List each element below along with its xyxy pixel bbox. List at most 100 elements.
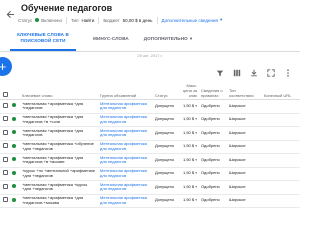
- table-row[interactable]: +ментальная +арифметика +для +педагогов …: [0, 194, 300, 208]
- table-row[interactable]: +ментальная +арифметика +курсы +для +пед…: [0, 180, 300, 195]
- divider: [156, 16, 158, 24]
- row-checkbox[interactable]: [0, 99, 10, 114]
- keyword-cell[interactable]: +ментальная +арифметика +курсы +для +пед…: [20, 180, 98, 195]
- ad-group-link[interactable]: Ментальная арифметика для педагогов: [98, 126, 153, 141]
- policy-cell: Одобрено: [199, 140, 227, 154]
- table-row[interactable]: +ментальная +арифметика +для +педагогов …: [0, 126, 300, 141]
- table-row[interactable]: +ментальная +арифметика +обучение +для +…: [0, 140, 300, 154]
- header-final-url[interactable]: Конечный URL: [262, 82, 300, 100]
- download-icon[interactable]: [250, 69, 258, 77]
- header-max-cpc[interactable]: Макс. цена за клик: [177, 82, 199, 100]
- keyword-cell[interactable]: +ментальная +арифметика +обучение +для +…: [20, 140, 98, 154]
- enabled-status-icon[interactable]: [10, 153, 20, 168]
- keyword-cell[interactable]: +ментальная +арифметика +для +педагогов …: [20, 153, 98, 168]
- final-url-cell: [262, 126, 300, 141]
- final-url-cell: [262, 194, 300, 208]
- header-ad-group[interactable]: Группа объявлений: [98, 82, 153, 100]
- max-cpc-cell[interactable]: 1,50 $ ▾: [177, 194, 199, 208]
- status-cell: Допущено: [153, 194, 177, 208]
- tab-negative-keywords[interactable]: МИНУС-СЛОВА: [84, 27, 138, 51]
- keyword-cell[interactable]: +ментальная +арифметика +для +педагогов …: [20, 194, 98, 208]
- chevron-down-icon: ▾: [195, 171, 197, 176]
- enabled-status-icon[interactable]: [10, 113, 20, 127]
- filter-icon[interactable]: [216, 69, 224, 77]
- match-type-cell: Широкое: [227, 194, 262, 208]
- policy-cell: Одобрено: [199, 194, 227, 208]
- max-cpc-value: 1,50 $: [182, 116, 195, 122]
- ad-group-link[interactable]: Ментальная арифметика для педагогов: [98, 113, 153, 127]
- keyword-cell[interactable]: +ментальная +арифметика +для +педагогов: [20, 99, 98, 114]
- status-cell: Допущено: [153, 153, 177, 168]
- max-cpc-cell[interactable]: 1,50 $ ▾: [177, 167, 199, 181]
- max-cpc-cell[interactable]: 1,50 $ ▾: [177, 113, 199, 127]
- status-cell: Допущено: [153, 167, 177, 181]
- add-keyword-button[interactable]: +: [0, 57, 12, 76]
- chevron-down-icon: ▾: [195, 117, 197, 122]
- row-checkbox[interactable]: [0, 126, 10, 141]
- policy-cell: Одобрено: [199, 126, 227, 141]
- keyword-cell[interactable]: +ментальная +арифметика +для +педагогов: [20, 126, 98, 141]
- status-cell: Допущено: [153, 126, 177, 141]
- status-cell: Допущено: [153, 99, 177, 114]
- match-type-cell: Широкое: [227, 140, 262, 154]
- row-checkbox[interactable]: [0, 167, 10, 181]
- row-checkbox[interactable]: [0, 153, 10, 168]
- row-checkbox[interactable]: [0, 113, 10, 127]
- header-policy[interactable]: Сведения о правилах: [199, 82, 227, 100]
- ad-group-link[interactable]: Ментальная арифметика для педагогов: [98, 180, 153, 195]
- date-range[interactable]: 25 окт. 2017 г.: [0, 53, 300, 58]
- keyword-cell[interactable]: +ментальная +арифметика +для +педагогов …: [20, 113, 98, 127]
- ad-group-link[interactable]: Ментальная арифметика для педагогов: [98, 99, 153, 114]
- match-type-cell: Широкое: [227, 113, 262, 127]
- match-type-cell: Широкое: [227, 153, 262, 168]
- more-details-link[interactable]: Дополнительные сведения: [162, 18, 218, 23]
- expand-icon[interactable]: [267, 69, 275, 77]
- chevron-down-icon[interactable]: ▾: [220, 17, 222, 23]
- table-row[interactable]: +ментальная +арифметика +для +педагогов …: [0, 99, 300, 114]
- max-cpc-cell[interactable]: 1,50 $ ▾: [177, 126, 199, 141]
- status-value[interactable]: Включено: [41, 18, 62, 23]
- max-cpc-cell[interactable]: 1,50 $ ▾: [177, 153, 199, 168]
- enabled-status-icon[interactable]: [10, 140, 20, 154]
- chevron-down-icon: ▾: [195, 144, 197, 149]
- max-cpc-cell[interactable]: 1,50 $ ▾: [177, 140, 199, 154]
- divider: [98, 16, 100, 24]
- final-url-cell: [262, 167, 300, 181]
- tab-bar: КЛЮЧЕВЫЕ СЛОВА В ПОИСКОВОЙ СЕТИ МИНУС-СЛ…: [0, 28, 300, 52]
- chevron-down-icon: ▾: [195, 157, 197, 162]
- select-all-checkbox[interactable]: [0, 82, 10, 100]
- tab-search-keywords[interactable]: КЛЮЧЕВЫЕ СЛОВА В ПОИСКОВОЙ СЕТИ: [10, 27, 76, 51]
- match-type-cell: Широкое: [227, 126, 262, 141]
- keyword-cell[interactable]: +курсы +по +ментальной +арифметике +для …: [20, 167, 98, 181]
- table-row[interactable]: +ментальная +арифметика +для +педагогов …: [0, 113, 300, 127]
- ad-group-link[interactable]: Ментальная арифметика для педагогов: [98, 194, 153, 208]
- enabled-status-icon[interactable]: [10, 167, 20, 181]
- ad-group-link[interactable]: Ментальная арифметика для педагогов: [98, 140, 153, 154]
- header-status[interactable]: Статус: [153, 82, 177, 100]
- enabled-status-icon[interactable]: [10, 194, 20, 208]
- final-url-cell: [262, 140, 300, 154]
- policy-cell: Одобрено: [199, 153, 227, 168]
- max-cpc-cell[interactable]: 1,50 $ ▾: [177, 180, 199, 195]
- max-cpc-value: 1,50 $: [182, 197, 195, 203]
- budget-value[interactable]: 50,00 $ в день: [123, 18, 153, 23]
- row-checkbox[interactable]: [0, 180, 10, 195]
- columns-icon[interactable]: [233, 69, 241, 77]
- more-vert-icon[interactable]: [284, 69, 292, 77]
- max-cpc-cell[interactable]: 1,50 $ ▾: [177, 99, 199, 114]
- table-row[interactable]: +курсы +по +ментальной +арифметике +для …: [0, 167, 300, 181]
- row-checkbox[interactable]: [0, 140, 10, 154]
- header-match-type[interactable]: Тип соответствия: [227, 82, 262, 100]
- tab-more[interactable]: ДОПОЛНИТЕЛЬНО ▾: [142, 27, 194, 51]
- status-label: Статус: [18, 17, 33, 23]
- enabled-status-icon[interactable]: [10, 126, 20, 141]
- page-title: Обучение педагогов: [21, 3, 113, 13]
- enabled-status-icon[interactable]: [10, 99, 20, 114]
- ad-group-link[interactable]: Ментальная арифметика для педагогов: [98, 167, 153, 181]
- table-row[interactable]: +ментальная +арифметика +для +педагогов …: [0, 153, 300, 168]
- header-keyword[interactable]: Ключевое слово: [20, 82, 98, 100]
- keywords-table: Ключевое слово Группа объявлений Статус …: [0, 82, 300, 208]
- enabled-status-icon[interactable]: [10, 180, 20, 195]
- ad-group-link[interactable]: Ментальная арифметика для педагогов: [98, 153, 153, 168]
- row-checkbox[interactable]: [0, 194, 10, 208]
